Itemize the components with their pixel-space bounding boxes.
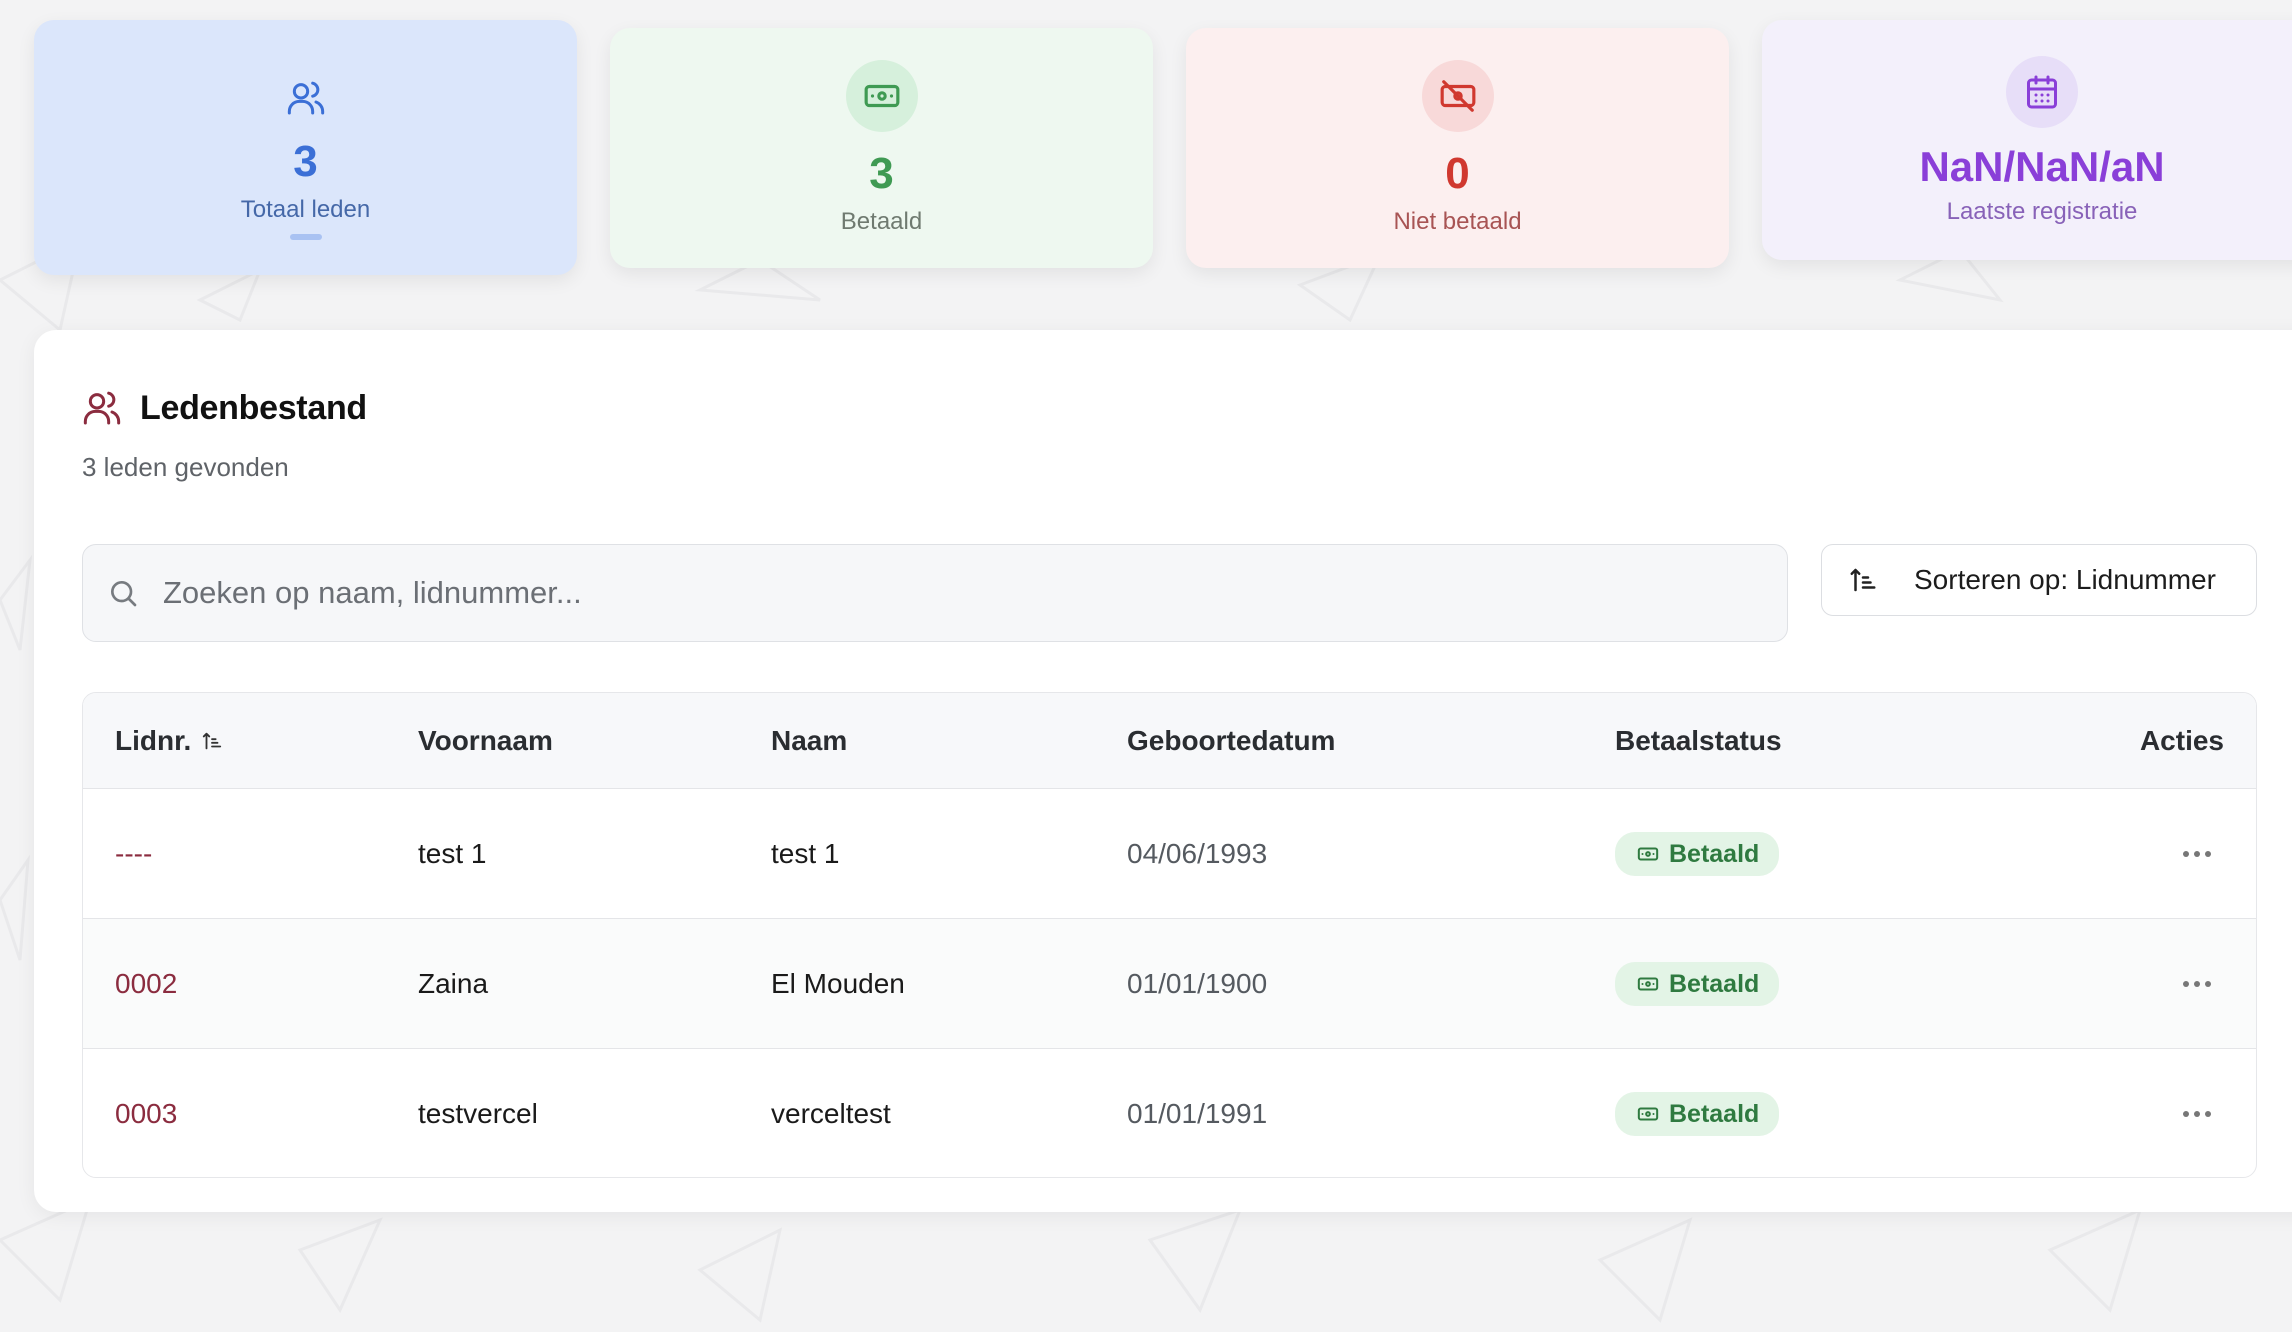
banknote-icon [845,60,918,132]
cell-naam: El Mouden [771,968,905,999]
banknote-icon [1637,843,1659,865]
cell-geboortedatum: 04/06/1993 [1127,838,1268,869]
total-members-label: Totaal leden [240,196,371,223]
stat-card-total-members[interactable]: 3 Totaal leden [34,20,577,275]
last-registration-value: NaN/NaN/aN [1919,143,2165,190]
table-row[interactable]: 0003 testvercel verceltest 01/01/1991 Be… [83,1049,2256,1177]
column-header-label: Lidnr. [115,725,192,756]
table-row[interactable]: ---- test 1 test 1 04/06/1993 Betaald [83,789,2256,919]
members-table: Lidnr. Voornaam Naam Geboortedatum Betaa… [82,692,2257,1178]
search-icon [107,577,139,609]
cell-geboortedatum: 01/01/1900 [1127,968,1268,999]
unpaid-label: Niet betaald [1393,208,1522,235]
status-badge: Betaald [1615,1092,1780,1136]
search-input[interactable] [163,575,1787,611]
status-badge-label: Betaald [1669,1099,1760,1128]
sort-ascending-icon [201,730,223,752]
sort-button[interactable]: Sorteren op: Lidnummer [1821,544,2257,616]
status-badge: Betaald [1615,962,1780,1006]
sort-button-label: Sorteren op: Lidnummer [1914,564,2216,595]
panel-header: Ledenbestand [82,388,367,428]
column-header-voornaam[interactable]: Voornaam [418,693,553,789]
cell-voornaam: test 1 [418,838,487,869]
more-actions-icon[interactable] [2173,1101,2221,1127]
stat-card-paid[interactable]: 3 Betaald [610,28,1153,268]
banknote-icon [1637,1103,1659,1125]
cell-lidnr: 0003 [115,1098,178,1129]
page-title: Ledenbestand [140,388,367,427]
more-actions-icon[interactable] [2173,971,2221,997]
more-actions-icon[interactable] [2173,841,2221,867]
users-icon [82,388,122,428]
status-badge-label: Betaald [1669,969,1760,998]
results-count: 3 leden gevonden [82,452,289,482]
stat-card-unpaid[interactable]: 0 Niet betaald [1186,28,1729,268]
cell-naam: test 1 [771,838,840,869]
sort-ascending-icon [1848,565,1878,595]
stat-card-last-registration[interactable]: NaN/NaN/aN Laatste registratie [1762,20,2292,260]
last-registration-label: Laatste registratie [1946,198,2138,225]
cell-lidnr: 0002 [115,968,178,999]
status-badge: Betaald [1615,832,1780,876]
cell-betaalstatus: Betaald [1615,1049,1780,1177]
cell-naam: verceltest [771,1098,891,1129]
cell-voornaam: testvercel [418,1098,538,1129]
calendar-icon [2006,56,2078,128]
cell-lidnr: ---- [115,838,153,869]
column-header-naam[interactable]: Naam [771,693,847,789]
cell-betaalstatus: Betaald [1615,789,1780,919]
unpaid-value: 0 [1445,149,1470,198]
column-header-lidnr[interactable]: Lidnr. [115,693,223,789]
paid-label: Betaald [840,208,923,235]
search-field[interactable] [82,544,1788,642]
column-header-betaalstatus[interactable]: Betaalstatus [1615,693,1782,789]
cell-voornaam: Zaina [418,968,489,999]
cell-betaalstatus: Betaald [1615,919,1780,1049]
table-row[interactable]: 0002 Zaina El Mouden 01/01/1900 Betaald [83,919,2256,1049]
column-header-acties: Acties [2139,725,2224,756]
paid-value: 3 [869,149,894,198]
cell-geboortedatum: 01/01/1991 [1127,1098,1268,1129]
members-panel: Ledenbestand 3 leden gevonden Sorteren o… [34,330,2292,1212]
active-indicator [289,234,322,240]
table-header: Lidnr. Voornaam Naam Geboortedatum Betaa… [83,693,2256,789]
total-members-value: 3 [293,137,318,186]
banknote-off-icon [1421,60,1494,132]
users-icon [270,62,342,134]
banknote-icon [1637,973,1659,995]
status-badge-label: Betaald [1669,839,1760,868]
column-header-geboortedatum[interactable]: Geboortedatum [1127,693,1335,789]
